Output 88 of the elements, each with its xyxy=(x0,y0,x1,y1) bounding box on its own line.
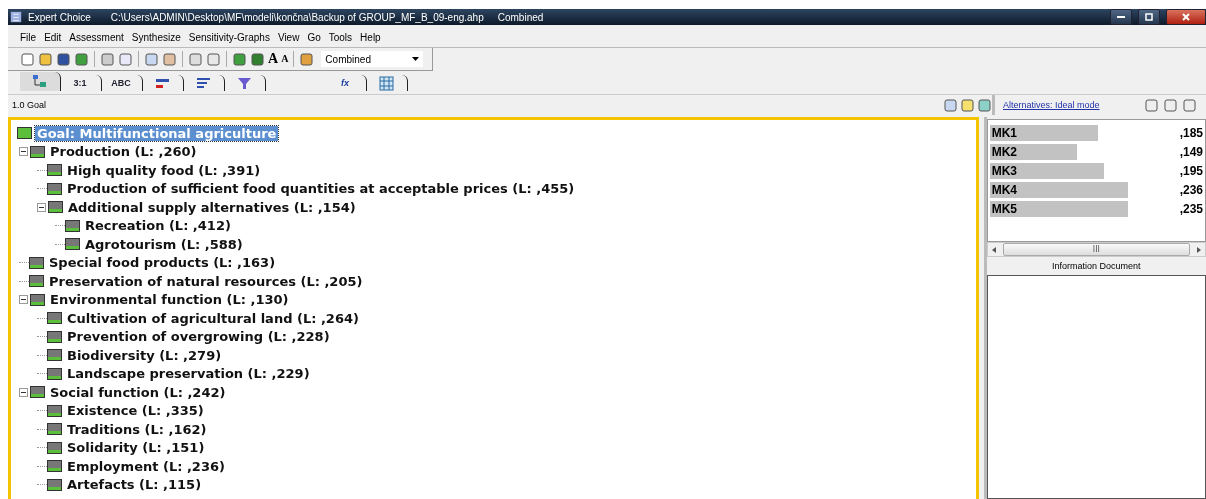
node-icon xyxy=(47,441,62,454)
tree-icon xyxy=(31,74,47,89)
node-icon xyxy=(48,201,63,214)
tree-node[interactable]: Landscape preservation (L: ,229) xyxy=(65,366,312,382)
node-icon xyxy=(47,367,62,380)
node-icon xyxy=(17,127,32,140)
view-tab[interactable] xyxy=(20,72,61,91)
menu-item[interactable]: Synthesize xyxy=(131,31,181,43)
app-icon xyxy=(10,11,22,23)
maximize-icon xyxy=(1145,13,1153,21)
window-title: Expert Choice xyxy=(28,11,91,23)
tree-node[interactable]: Cultivation of agricultural land (L: ,264) xyxy=(65,310,361,326)
menu-item[interactable]: View xyxy=(277,31,300,43)
scroll-left-icon[interactable] xyxy=(990,246,997,253)
menu-item[interactable]: Tools xyxy=(328,31,353,43)
tree-node[interactable]: Traditions (L: ,162) xyxy=(65,421,209,437)
alternatives-link[interactable]: Alternatives: Ideal mode xyxy=(1003,100,1100,110)
scroll-right-icon[interactable] xyxy=(1196,246,1202,253)
font-size-up-button[interactable]: A xyxy=(268,52,279,66)
tree-node[interactable]: Preservation of natural resources (L: ,205) xyxy=(47,273,365,289)
alternative-name: MK3 xyxy=(991,163,1017,179)
priority-value: ,236 xyxy=(1179,183,1203,197)
alternative-name: MK4 xyxy=(991,182,1017,198)
maximize-button[interactable] xyxy=(1138,9,1160,25)
collapse-toggle[interactable] xyxy=(19,387,28,397)
minimize-button[interactable] xyxy=(1110,9,1132,25)
minimize-icon xyxy=(1117,15,1125,19)
tree-node[interactable]: Production (L: ,260) xyxy=(48,144,199,160)
tree-node[interactable]: Biodiversity (L: ,279) xyxy=(65,347,224,363)
close-icon xyxy=(1182,13,1190,21)
node-icon xyxy=(29,275,44,288)
menu-item[interactable]: Help xyxy=(360,31,381,43)
menu-item[interactable]: Go xyxy=(307,31,321,43)
alternative-name: MK5 xyxy=(991,201,1017,217)
tree-node[interactable]: High quality food (L: ,391) xyxy=(65,162,263,178)
alternative-name: MK2 xyxy=(991,144,1017,160)
node-icon xyxy=(30,293,45,306)
priority-value: ,235 xyxy=(1179,202,1203,216)
tree-node[interactable]: Production of sufficient food quantities at acceptable prices (L: ,455) xyxy=(65,181,577,197)
tree-node[interactable]: Solidarity (L: ,151) xyxy=(65,440,207,456)
node-icon xyxy=(30,386,45,399)
node-icon xyxy=(30,145,45,158)
collapse-toggle[interactable] xyxy=(19,295,28,305)
node-icon xyxy=(29,256,44,269)
tree-node[interactable]: Prevention of overgrowing (L: ,228) xyxy=(65,329,332,345)
mode-label: Combined xyxy=(497,11,544,23)
node-icon xyxy=(47,423,62,436)
collapse-toggle[interactable] xyxy=(19,147,28,157)
node-icon xyxy=(47,349,62,362)
node-icon xyxy=(47,312,62,325)
menu-item[interactable]: Assessment xyxy=(69,31,124,43)
menu-item[interactable]: File xyxy=(20,31,37,43)
document-title: Information Document xyxy=(1051,260,1142,273)
node-icon xyxy=(65,238,80,251)
node-icon xyxy=(47,460,62,473)
node-icon xyxy=(47,330,62,343)
scroll-grip: III xyxy=(1092,245,1100,254)
node-icon xyxy=(65,219,80,232)
tree-node[interactable]: Recreation (L: ,412) xyxy=(83,218,233,234)
font-size-down-button[interactable]: A xyxy=(281,54,289,64)
tree-node[interactable]: Additional supply alternatives (L: ,154) xyxy=(66,199,358,215)
node-icon xyxy=(47,404,62,417)
tree-node[interactable]: Agrotourism (L: ,588) xyxy=(83,236,245,252)
priority-value: ,185 xyxy=(1179,126,1203,140)
file-path: C:\Users\ADMIN\Desktop\MF\modeli\končna\Backup of GROUP_MF_B_09-eng.ahp xyxy=(110,11,484,23)
node-icon xyxy=(47,164,62,177)
collapse-toggle[interactable] xyxy=(37,202,46,212)
close-button[interactable] xyxy=(1166,9,1206,25)
tree-node[interactable]: Artefacts (L: ,115) xyxy=(65,477,204,493)
funnel-icon xyxy=(236,75,252,91)
lines-icon xyxy=(195,75,211,91)
tree-node[interactable]: Employment (L: ,236) xyxy=(65,458,227,474)
tree-node[interactable]: Special food products (L: ,163) xyxy=(47,255,278,271)
tree-node[interactable]: Existence (L: ,335) xyxy=(65,403,206,419)
node-icon xyxy=(47,478,62,491)
node-icon xyxy=(47,182,62,195)
menu-item[interactable]: Edit xyxy=(44,31,62,43)
tree-node[interactable]: Social function (L: ,242) xyxy=(48,384,228,400)
menu-item[interactable]: Sensitivity-Graphs xyxy=(188,31,270,43)
alternative-name: MK1 xyxy=(991,125,1017,141)
tree-node[interactable]: Environmental function (L: ,130) xyxy=(48,292,291,308)
dropdown-arrow-icon xyxy=(412,57,420,61)
horizontal-scrollbar[interactable]: III xyxy=(986,242,1206,257)
priority-value: ,149 xyxy=(1179,145,1203,159)
grid-icon xyxy=(378,75,394,91)
mode-dropdown[interactable]: Combined xyxy=(321,51,424,67)
priority-value: ,195 xyxy=(1179,164,1203,178)
breadcrumb: 1.0 Goal xyxy=(12,100,48,110)
